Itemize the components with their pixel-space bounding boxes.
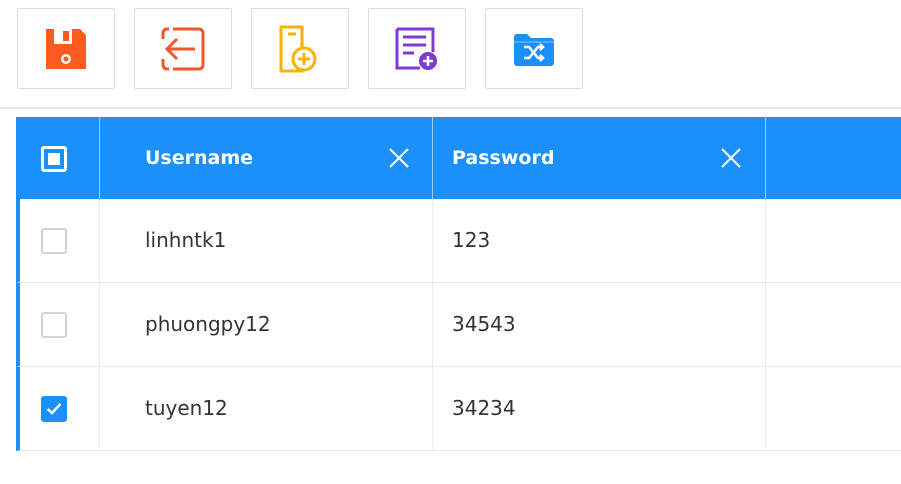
- shuffle-folder-icon: [514, 33, 554, 66]
- column-header-password[interactable]: Password: [433, 117, 766, 199]
- close-icon[interactable]: [387, 146, 411, 170]
- select-all-checkbox[interactable]: [41, 146, 67, 172]
- exit-button[interactable]: [134, 8, 232, 89]
- add-form-icon: [395, 27, 437, 70]
- empty-cell: [766, 367, 901, 450]
- username-text: tuyen12: [145, 396, 228, 420]
- exit-icon: [161, 27, 205, 70]
- save-icon: [46, 28, 86, 69]
- checkmark-icon: [46, 403, 62, 415]
- username-cell[interactable]: tuyen12: [100, 367, 433, 450]
- add-file-button[interactable]: [251, 8, 349, 89]
- table-header: Username Password: [16, 117, 901, 199]
- username-cell[interactable]: linhntk1: [100, 199, 433, 282]
- save-button[interactable]: [17, 8, 115, 89]
- password-text: 34543: [452, 312, 516, 336]
- username-text: linhntk1: [145, 228, 227, 252]
- shuffle-folder-button[interactable]: [485, 8, 583, 89]
- row-checkbox[interactable]: [41, 396, 67, 422]
- close-icon[interactable]: [719, 146, 743, 170]
- table-row[interactable]: phuongpy12 34543: [16, 283, 901, 367]
- column-header-label: Username: [145, 147, 254, 169]
- table-row[interactable]: tuyen12 34234: [16, 367, 901, 451]
- row-checkbox[interactable]: [41, 228, 67, 254]
- password-cell[interactable]: 34234: [433, 367, 766, 450]
- table-empty-space: [16, 451, 901, 484]
- empty-cell: [766, 283, 901, 366]
- add-form-button[interactable]: [368, 8, 466, 89]
- table-row[interactable]: linhntk1 123: [16, 199, 901, 283]
- select-all-cell: [16, 117, 100, 199]
- empty-cell: [766, 199, 901, 282]
- username-cell[interactable]: phuongpy12: [100, 283, 433, 366]
- toolbar: [0, 0, 901, 109]
- username-text: phuongpy12: [145, 312, 271, 336]
- column-header-label: Password: [452, 147, 555, 169]
- checkbox-cell: [20, 199, 100, 282]
- password-text: 34234: [452, 396, 516, 420]
- checkbox-cell: [20, 367, 100, 450]
- column-header-username[interactable]: Username: [100, 117, 433, 199]
- checkbox-cell: [20, 283, 100, 366]
- user-table: Username Password linhntk1 123 phuongpy1…: [16, 117, 901, 484]
- row-checkbox[interactable]: [41, 312, 67, 338]
- indeterminate-mark: [48, 153, 60, 165]
- password-cell[interactable]: 123: [433, 199, 766, 282]
- column-header-empty: [766, 117, 901, 199]
- add-file-icon: [279, 25, 317, 72]
- password-text: 123: [452, 228, 491, 252]
- password-cell[interactable]: 34543: [433, 283, 766, 366]
